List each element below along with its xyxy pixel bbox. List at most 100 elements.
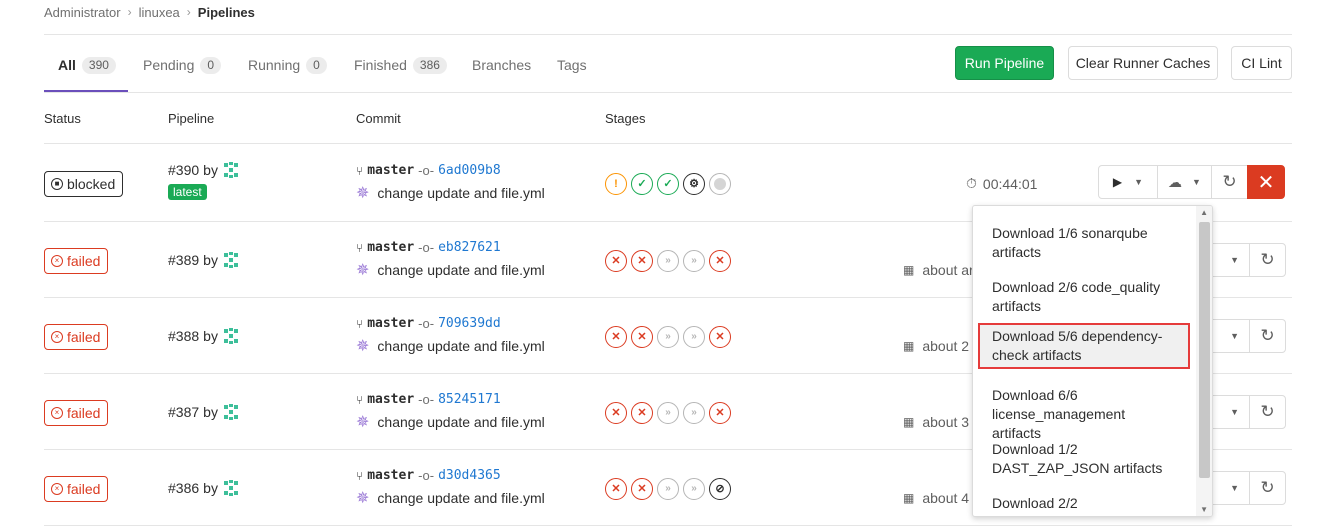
tab-pending[interactable]: Pending 0 [143, 54, 222, 76]
commit-title-link[interactable]: change update and file.yml [377, 262, 544, 278]
duration: ⏱ 00:44:01 [966, 175, 1037, 192]
stage-manual-gear-icon[interactable]: ⚙ [683, 173, 705, 195]
tab-finished[interactable]: Finished 386 [354, 54, 447, 76]
stage-failed-icon[interactable]: ✕ [605, 478, 627, 500]
stage-success-icon[interactable]: ✓ [657, 173, 679, 195]
commit-sha-link[interactable]: d30d4365 [438, 468, 501, 483]
finished-ago: ▦ about 3 [903, 414, 969, 430]
tab-all[interactable]: All 390 [58, 54, 116, 76]
branch-link[interactable]: master [367, 163, 414, 178]
download-artifacts-item[interactable]: Download 1/6 sonarqube artifacts [979, 221, 1189, 265]
status-badge[interactable]: × failed [44, 476, 109, 502]
commit-title-link[interactable]: change update and file.yml [377, 490, 544, 506]
status-badge[interactable]: × failed [44, 248, 109, 274]
download-artifacts-item-selected[interactable]: Download 5/6 dependency- check artifacts [978, 323, 1190, 369]
stage-failed-icon[interactable]: ✕ [631, 326, 653, 348]
retry-button[interactable]: ↻ [1211, 165, 1248, 199]
stage-canceled-icon[interactable]: ⊘ [709, 478, 731, 500]
stage-skipped-icon[interactable]: » [683, 250, 705, 272]
author-avatar-icon[interactable]: ✵ [356, 183, 369, 203]
tab-branches[interactable]: Branches [472, 54, 531, 76]
tab-running[interactable]: Running 0 [248, 54, 327, 76]
stage-skipped-icon[interactable]: » [657, 478, 679, 500]
user-avatar-icon[interactable] [222, 327, 240, 345]
stage-success-icon[interactable]: ✓ [631, 173, 653, 195]
commit-sha-link[interactable]: eb827621 [438, 240, 501, 255]
tab-count-badge: 0 [200, 56, 222, 74]
status-badge[interactable]: ■ blocked [44, 171, 124, 197]
user-avatar-icon[interactable] [222, 161, 240, 179]
stage-failed-icon[interactable]: ✕ [631, 250, 653, 272]
stage-skipped-icon[interactable]: » [683, 478, 705, 500]
cancel-button[interactable]: ✕ [1247, 165, 1285, 199]
stage-skipped-icon[interactable]: » [657, 402, 679, 424]
stage-failed-icon[interactable]: ✕ [605, 402, 627, 424]
retry-button[interactable]: ↻ [1249, 243, 1286, 277]
commit-title-link[interactable]: change update and file.yml [377, 338, 544, 354]
run-pipeline-button[interactable]: Run Pipeline [955, 46, 1054, 80]
stage-skipped-icon[interactable]: » [657, 250, 679, 272]
stage-failed-icon[interactable]: ✕ [709, 250, 731, 272]
stage-skipped-icon[interactable]: » [683, 402, 705, 424]
branch-link[interactable]: master [367, 468, 414, 483]
stage-failed-icon[interactable]: ✕ [709, 402, 731, 424]
download-artifacts-item[interactable]: Download 2/2 [979, 491, 1189, 516]
breadcrumb-item-project[interactable]: linuxea [139, 5, 180, 20]
breadcrumb-item-pipelines[interactable]: Pipelines [198, 5, 255, 20]
commit-title-link[interactable]: change update and file.yml [377, 185, 544, 201]
author-avatar-icon[interactable]: ✵ [356, 260, 369, 280]
stage-failed-icon[interactable]: ✕ [631, 402, 653, 424]
scroll-up-arrow-icon[interactable]: ▲ [1200, 208, 1208, 217]
branch-link[interactable]: master [367, 392, 414, 407]
scrollbar-thumb[interactable] [1199, 222, 1210, 478]
status-badge[interactable]: × failed [44, 400, 109, 426]
branch-link[interactable]: master [367, 240, 414, 255]
pipeline-link[interactable]: #390 [168, 162, 199, 178]
commit-sha-link[interactable]: 709639dd [438, 316, 501, 331]
breadcrumb-item-administrator[interactable]: Administrator [44, 5, 121, 20]
download-cloud-icon: ☁ [1168, 173, 1183, 190]
stage-failed-icon[interactable]: ✕ [605, 326, 627, 348]
commit-title-link[interactable]: change update and file.yml [377, 414, 544, 430]
divider [44, 525, 1292, 526]
pipeline-link[interactable]: #387 [168, 404, 199, 420]
tab-label: Finished [354, 57, 407, 73]
stage-skipped-icon[interactable]: » [657, 326, 679, 348]
pipeline-link[interactable]: #389 [168, 252, 199, 268]
play-manual-dropdown-button[interactable]: ▶ ▼ [1098, 165, 1158, 199]
tab-tags[interactable]: Tags [557, 54, 587, 76]
commit-sha-link[interactable]: 85245171 [438, 392, 501, 407]
user-avatar-icon[interactable] [222, 479, 240, 497]
user-avatar-icon[interactable] [222, 251, 240, 269]
stage-warning-icon[interactable]: ! [605, 173, 627, 195]
stage-failed-icon[interactable]: ✕ [631, 478, 653, 500]
commit-message: ✵ change update and file.yml [356, 412, 545, 432]
download-artifacts-item[interactable]: Download 1/2 DAST_ZAP_JSON artifacts [979, 437, 1189, 481]
download-artifacts-item[interactable]: Download 2/6 code_quality artifacts [979, 275, 1189, 319]
retry-button[interactable]: ↻ [1249, 395, 1286, 429]
author-avatar-icon[interactable]: ✵ [356, 488, 369, 508]
author-avatar-icon[interactable]: ✵ [356, 336, 369, 356]
status-badge[interactable]: × failed [44, 324, 109, 350]
stage-failed-icon[interactable]: ✕ [605, 250, 627, 272]
finished-ago: ▦ about ar [903, 262, 974, 278]
dropdown-scrollbar[interactable]: ▲ ▼ [1196, 206, 1212, 516]
artifacts-dropdown-button[interactable]: ☁ ▼ [1157, 165, 1212, 199]
scroll-down-arrow-icon[interactable]: ▼ [1200, 505, 1208, 514]
retry-button[interactable]: ↻ [1249, 319, 1286, 353]
author-avatar-icon[interactable]: ✵ [356, 412, 369, 432]
duration-value: 00:44:01 [982, 175, 1038, 192]
pipeline-link[interactable]: #388 [168, 328, 199, 344]
stage-skipped-icon[interactable]: » [683, 326, 705, 348]
stage-failed-icon[interactable]: ✕ [709, 326, 731, 348]
commit-sha-link[interactable]: 6ad009b8 [438, 163, 501, 178]
user-avatar-icon[interactable] [222, 403, 240, 421]
clear-runner-caches-button[interactable]: Clear Runner Caches [1068, 46, 1218, 80]
stage-created-icon[interactable] [709, 173, 731, 195]
caret-down-icon: ▼ [1230, 255, 1239, 265]
retry-button[interactable]: ↻ [1249, 471, 1286, 505]
ci-lint-button[interactable]: CI Lint [1231, 46, 1292, 80]
pipeline-link[interactable]: #386 [168, 480, 199, 496]
branch-link[interactable]: master [367, 316, 414, 331]
branch-icon: ⑂ [356, 392, 364, 407]
